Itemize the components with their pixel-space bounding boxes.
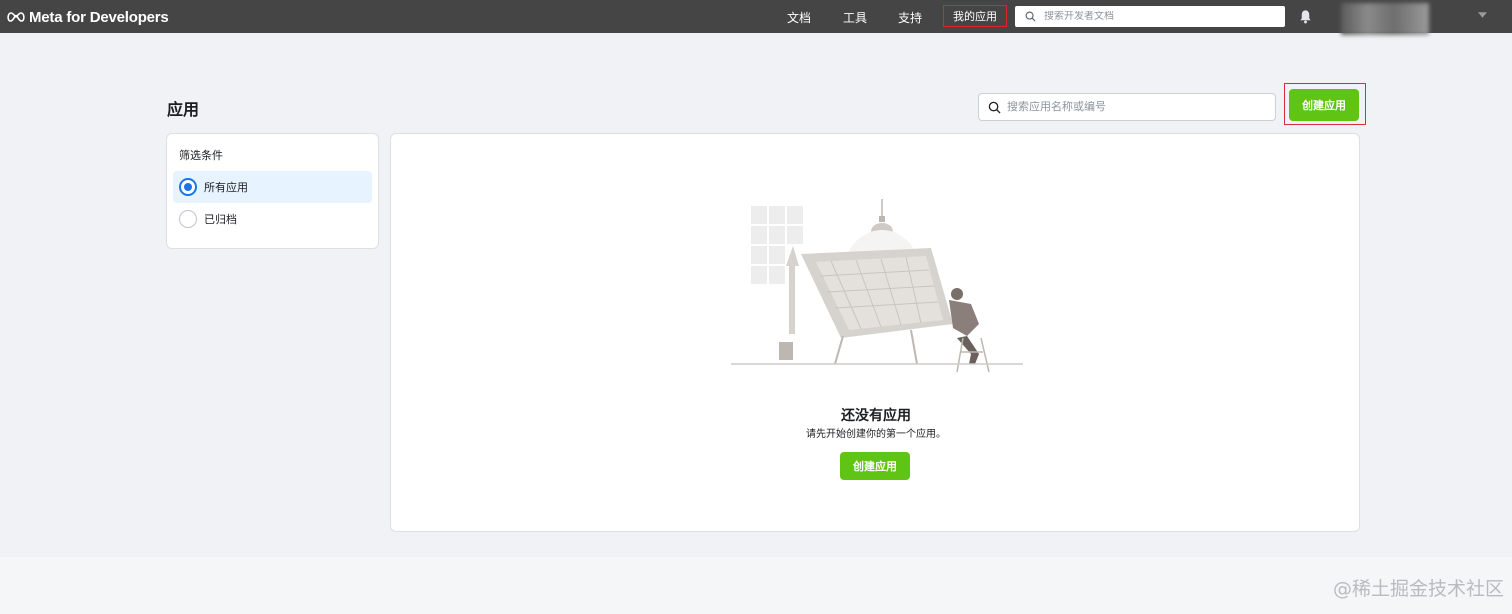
filter-title: 筛选条件: [179, 149, 223, 162]
empty-state-title: 还没有应用: [841, 408, 911, 424]
empty-state-subtitle: 请先开始创建你的第一个应用。: [806, 429, 946, 440]
meta-logo[interactable]: Meta for Developers: [6, 6, 169, 28]
nav-my-apps[interactable]: 我的应用: [943, 5, 1007, 27]
developer-docs-search-input[interactable]: [1044, 11, 1264, 22]
search-icon: [1025, 11, 1036, 22]
nav-tools[interactable]: 工具: [843, 9, 867, 26]
apps-list-panel: 还没有应用 请先开始创建你的第一个应用。 创建应用: [390, 133, 1360, 532]
page-title: 应用: [167, 100, 200, 119]
filter-option-archived[interactable]: 已归档: [173, 203, 372, 235]
developer-docs-search[interactable]: [1015, 6, 1285, 27]
filter-option-label: 已归档: [204, 213, 237, 226]
empty-state-illustration: [731, 199, 1023, 373]
meta-infinity-icon: [7, 12, 25, 22]
top-navigation-bar: Meta for Developers 文档 工具 支持 我的应用: [0, 0, 1512, 35]
notification-bell-icon[interactable]: [1298, 9, 1313, 24]
filter-option-label: 所有应用: [204, 181, 248, 194]
chevron-down-icon[interactable]: [1478, 12, 1487, 18]
radio-button[interactable]: [179, 210, 197, 228]
nav-support[interactable]: 支持: [898, 9, 922, 26]
search-icon: [988, 101, 1001, 114]
filter-panel: 筛选条件 所有应用 已归档: [166, 133, 379, 249]
create-app-button-empty-state[interactable]: 创建应用: [840, 452, 910, 480]
app-search-input[interactable]: [1007, 101, 1257, 113]
footer-area: [0, 557, 1512, 614]
filter-option-all-apps[interactable]: 所有应用: [173, 171, 372, 203]
create-app-button[interactable]: 创建应用: [1289, 89, 1359, 121]
watermark: @稀土掘金技术社区: [1333, 578, 1505, 600]
logo-text: Meta for Developers: [29, 8, 169, 26]
radio-button-selected[interactable]: [179, 178, 197, 196]
account-avatar[interactable]: [1341, 3, 1429, 35]
app-search[interactable]: [978, 93, 1276, 121]
nav-docs[interactable]: 文档: [787, 9, 811, 26]
